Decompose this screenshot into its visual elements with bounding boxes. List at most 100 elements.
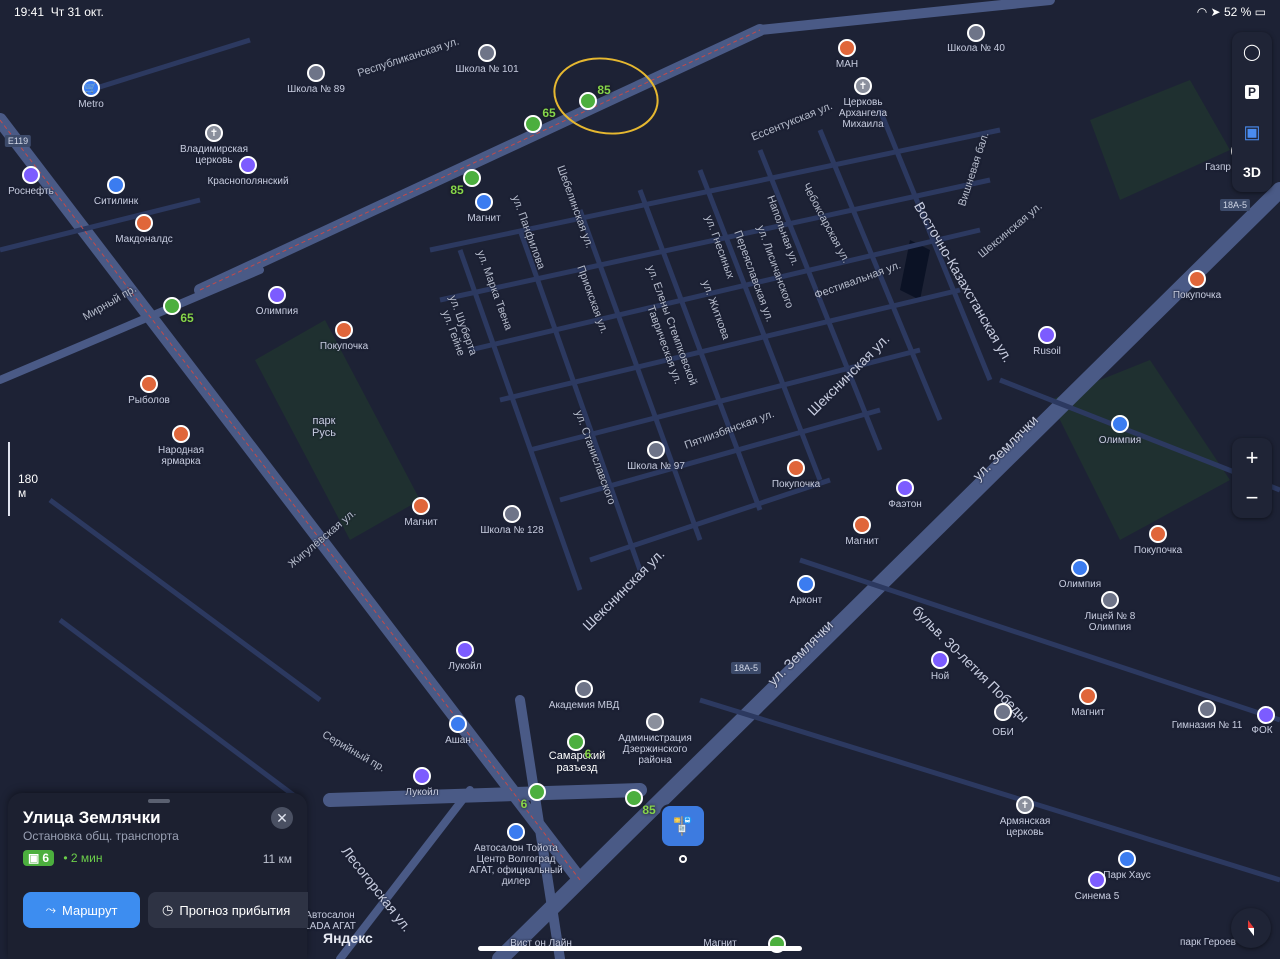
bus-stop-icon[interactable] (625, 789, 643, 807)
forecast-button[interactable]: ◷ Прогноз прибытия (148, 892, 308, 928)
trophy-icon[interactable] (1257, 706, 1275, 724)
school-icon[interactable] (967, 24, 985, 42)
cinema-icon[interactable] (1088, 871, 1106, 889)
poi-label[interactable]: Ситилинк (94, 196, 138, 207)
poi-label[interactable]: Олимпия (256, 306, 298, 317)
3d-button[interactable]: 3D (1232, 152, 1272, 192)
close-button[interactable]: ✕ (271, 807, 293, 829)
poi-label[interactable]: Автосалон Тойота Центр Волгоград АГАТ, о… (466, 843, 566, 887)
shop-icon[interactable] (787, 459, 805, 477)
poi-label[interactable]: ОБИ (992, 727, 1014, 738)
poi-label[interactable]: Администрация Дзержинского района (615, 733, 695, 766)
poi-label[interactable]: Олимпия (1099, 435, 1141, 446)
fuel-icon[interactable] (413, 767, 431, 785)
poi-label[interactable]: Ной (931, 671, 949, 682)
poi-label[interactable]: Покупочка (320, 341, 368, 352)
poi-label[interactable]: ФОК (1251, 725, 1272, 736)
school-icon[interactable] (478, 44, 496, 62)
bus-arrival-row[interactable]: ▣ 6 • 2 мин 11 км (23, 850, 292, 870)
shop-icon[interactable] (172, 425, 190, 443)
poi-label[interactable]: Магнит (1071, 707, 1104, 718)
fuel-icon[interactable] (456, 641, 474, 659)
poi-label[interactable]: Арконт (790, 595, 822, 606)
flag-icon[interactable] (646, 713, 664, 731)
poi-label[interactable]: МАН (836, 59, 858, 70)
poi-label[interactable]: Парк Хаус (1103, 870, 1150, 881)
poi-label[interactable]: Лицей № 8 Олимпия (1080, 611, 1140, 633)
academy-icon[interactable] (575, 680, 593, 698)
bus-stop-icon[interactable] (163, 297, 181, 315)
school-icon[interactable] (1198, 700, 1216, 718)
poi-label[interactable]: Рыболов (128, 395, 170, 406)
route-button[interactable]: ⤳ Маршрут (23, 892, 140, 928)
church-icon[interactable]: ✝ (854, 77, 872, 95)
shop-icon[interactable] (412, 497, 430, 515)
poi-label[interactable]: Покупочка (772, 479, 820, 490)
hotel-icon[interactable] (931, 651, 949, 669)
bus-stop-icon[interactable] (528, 783, 546, 801)
school-icon[interactable] (503, 505, 521, 523)
poi-label[interactable]: Армянская церковь (995, 816, 1055, 838)
bus-stop-icon[interactable] (567, 733, 585, 751)
poi-label[interactable]: Гимназия № 11 (1172, 720, 1243, 731)
poi-label[interactable]: Rusoil (1033, 346, 1061, 357)
poi-label[interactable]: Школа № 128 (480, 525, 543, 536)
poi-label[interactable]: Магнит (845, 536, 878, 547)
poi-label[interactable]: Покупочка (1134, 545, 1182, 556)
car-icon[interactable] (797, 575, 815, 593)
card-grip[interactable] (148, 799, 170, 803)
poi-label[interactable]: Газпр (1205, 162, 1231, 173)
poi-label[interactable]: Синема 5 (1075, 891, 1120, 902)
home-indicator[interactable] (478, 946, 802, 951)
poi-label[interactable]: Народная ярмарка (151, 445, 211, 467)
poi-label[interactable]: Лукойл (405, 787, 438, 798)
church-icon[interactable]: ✝ (205, 124, 223, 142)
trophy-icon[interactable] (1111, 415, 1129, 433)
bus-stop-icon[interactable] (463, 169, 481, 187)
school-icon[interactable] (307, 64, 325, 82)
location-icon[interactable] (994, 703, 1012, 721)
poi-label[interactable]: Лукойл (448, 661, 481, 672)
fuel-icon[interactable] (239, 156, 257, 174)
park-label[interactable]: парк Героев (1180, 937, 1236, 948)
shop-icon[interactable] (1079, 687, 1097, 705)
compass-button[interactable] (1231, 908, 1271, 948)
poi-label[interactable]: Покупочка (1173, 290, 1221, 301)
stop-name-label[interactable]: Самарский разъезд (547, 750, 607, 774)
poi-label[interactable]: Краснополянский (207, 176, 288, 187)
trophy-icon[interactable] (268, 286, 286, 304)
cart-icon[interactable] (107, 176, 125, 194)
poi-label[interactable]: Школа № 89 (287, 84, 345, 95)
car-icon[interactable] (507, 823, 525, 841)
poi-label[interactable]: Ашан (445, 735, 471, 746)
poi-label[interactable]: Макдоналдс (115, 234, 173, 245)
park-label[interactable]: парк Русь (304, 415, 344, 439)
poi-label[interactable]: Школа № 97 (627, 461, 685, 472)
parking-button[interactable]: P (1232, 72, 1272, 112)
school-icon[interactable] (647, 441, 665, 459)
bus-stop-icon[interactable] (524, 115, 542, 133)
zoom-out-button[interactable]: − (1232, 478, 1272, 518)
cart-icon[interactable] (1118, 850, 1136, 868)
shop-icon[interactable] (1149, 525, 1167, 543)
church-icon[interactable]: ✝ (1016, 796, 1034, 814)
shop-icon[interactable] (335, 321, 353, 339)
cart-icon[interactable] (449, 715, 467, 733)
poi-label[interactable]: Магнит (404, 517, 437, 528)
poi-label[interactable]: Магнит (467, 213, 500, 224)
shop-icon[interactable] (838, 39, 856, 57)
poi-label[interactable]: Академия МВД (549, 700, 619, 711)
poi-label[interactable]: Школа № 101 (455, 64, 518, 75)
shop-icon[interactable] (140, 375, 158, 393)
zoom-in-button[interactable]: + (1232, 438, 1272, 478)
cart-icon[interactable]: 🛒 (82, 79, 100, 97)
stop-info-card[interactable]: Улица Землячки Остановка общ. транспорта… (8, 793, 308, 959)
poi-label[interactable]: Роснефть (8, 186, 54, 197)
shop-icon[interactable] (1188, 270, 1206, 288)
school-icon[interactable] (1101, 591, 1119, 609)
fuel-icon[interactable] (1038, 326, 1056, 344)
fuel-icon[interactable] (896, 479, 914, 497)
selected-stop-marker[interactable]: 🚏 (662, 806, 704, 846)
poi-label[interactable]: Церковь Архангела Михаила (828, 97, 898, 130)
shop-icon[interactable] (853, 516, 871, 534)
